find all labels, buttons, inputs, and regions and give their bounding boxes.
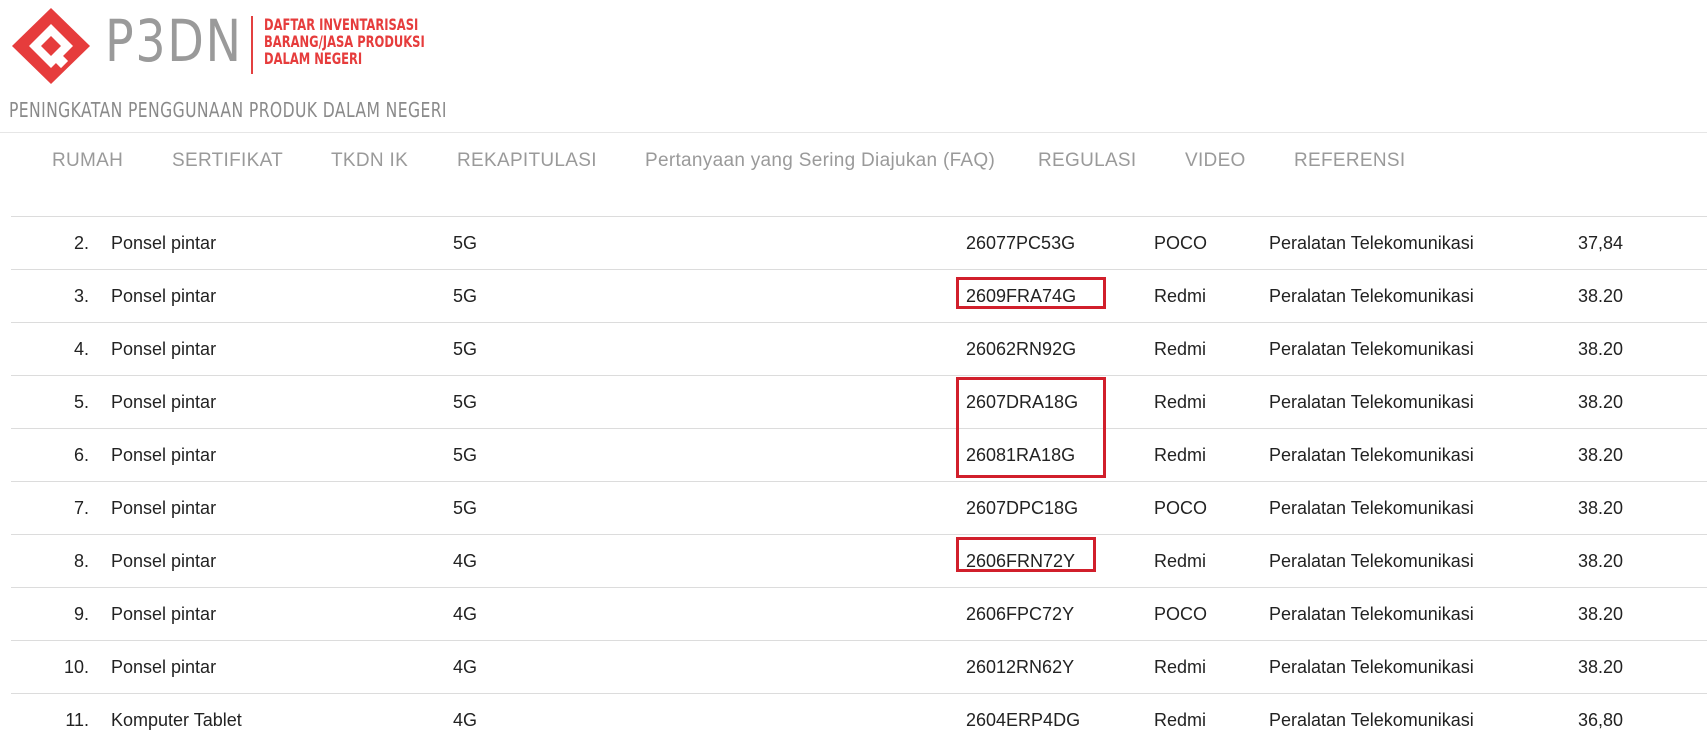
logo-divider [251,16,253,74]
highlight-box-2607dra18g-26081ra18g [956,377,1106,478]
table-row: 3. Ponsel pintar 5G 2609FRA74G Redmi Peralata… [11,269,1707,322]
logo-desc-line: BARANG/JASA PRODUKSI [264,32,425,51]
tkdn-value: 38.20 [1578,286,1624,306]
table-row: 8. Ponsel pintar 4G 2606FRN72Y Redmi Peralata… [11,534,1707,587]
logo-desc-line: DAFTAR INVENTARISASI [264,15,419,34]
product-category: Peralatan Telekomunikasi [1269,392,1474,412]
product-name: Ponsel pintar [111,445,217,465]
product-name: Ponsel pintar [111,604,217,624]
product-code: 2604ERP4DG [966,710,1081,730]
highlight-box-2606frn72y [956,537,1096,572]
row-number: 5. [73,392,89,412]
product-code: 26062RN92G [966,339,1077,359]
product-category: Peralatan Telekomunikasi [1269,233,1474,253]
nav-divider [0,132,1707,133]
product-category: Peralatan Telekomunikasi [1269,551,1474,571]
nav-item-tkdn-ik[interactable]: TKDN IK [331,150,408,172]
product-spec: 4G [453,710,478,730]
product-name: Komputer Tablet [111,710,242,730]
product-name: Ponsel pintar [111,339,217,359]
product-spec: 5G [453,392,478,412]
product-category: Peralatan Telekomunikasi [1269,445,1474,465]
nav-item-regulasi[interactable]: REGULASI [1038,150,1137,172]
row-number: 4. [73,339,89,359]
tkdn-value: 36,80 [1578,710,1624,730]
product-name: Ponsel pintar [111,286,217,306]
row-number: 6. [73,445,89,465]
product-name: Ponsel pintar [111,498,217,518]
product-code: 26012RN62Y [966,657,1075,677]
product-spec: 5G [453,339,478,359]
highlight-box-2609fra74g [956,277,1106,309]
product-brand: Redmi [1154,710,1207,730]
logo-desc-line: DALAM NEGERI [264,49,363,68]
tkdn-value: 38.20 [1578,551,1624,571]
product-brand: Redmi [1154,445,1207,465]
product-name: Ponsel pintar [111,551,217,571]
product-code: 2607DPC18G [966,498,1079,518]
product-name: Ponsel pintar [111,233,217,253]
product-spec: 5G [453,286,478,306]
product-spec: 4G [453,551,478,571]
table-row: 10. Ponsel pintar 4G 26012RN62Y Redmi Peralat… [11,640,1707,693]
product-name: Ponsel pintar [111,392,217,412]
nav-item-referensi[interactable]: REFERENSI [1294,150,1405,172]
tkdn-value: 38.20 [1578,604,1624,624]
table-row: 4. Ponsel pintar 5G 26062RN92G Redmi Peralata… [11,322,1707,375]
product-brand: POCO [1154,604,1208,624]
product-category: Peralatan Telekomunikasi [1269,710,1474,730]
product-table: 2. Ponsel pintar 5G 26077PC53G POCO Peralatan… [11,216,1707,746]
row-number: 7. [73,498,89,518]
tkdn-value: 38.20 [1578,392,1624,412]
product-brand: POCO [1154,233,1208,253]
row-number: 8. [73,551,89,571]
product-brand: Redmi [1154,339,1207,359]
table-row: 7. Ponsel pintar 5G 2607DPC18G POCO Peralatan… [11,481,1707,534]
table-row: 11. Komputer Tablet 4G 2604ERP4DG Redmi Peral… [11,693,1707,746]
product-spec: 4G [453,604,478,624]
product-name: Ponsel pintar [111,657,217,677]
product-category: Peralatan Telekomunikasi [1269,657,1474,677]
product-spec: 4G [453,657,478,677]
product-brand: Redmi [1154,657,1207,677]
logo-description: DAFTAR INVENTARISASI BARANG/JASA PRODUKS… [264,16,425,67]
row-number: 11. [65,710,89,730]
product-spec: 5G [453,498,478,518]
tkdn-value: 38.20 [1578,445,1624,465]
product-brand: POCO [1154,498,1208,518]
nav-item-sertifikat[interactable]: SERTIFIKAT [172,150,283,172]
row-number: 10. [63,657,89,677]
product-category: Peralatan Telekomunikasi [1269,286,1474,306]
tkdn-value: 38.20 [1578,657,1624,677]
product-category: Peralatan Telekomunikasi [1269,498,1474,518]
row-number: 9. [73,604,89,624]
site-header: P3DN DAFTAR INVENTARISASI BARANG/JASA PR… [0,0,520,125]
product-category: Peralatan Telekomunikasi [1269,339,1474,359]
table-row: 9. Ponsel pintar 4G 2606FPC72Y POCO Peralatan… [11,587,1707,640]
product-code: 2606FPC72Y [966,604,1075,624]
product-brand: Redmi [1154,392,1207,412]
main-nav: RUMAH SERTIFIKAT TKDN IK REKAPITULASI Pe… [0,150,1707,190]
table-row: 5. Ponsel pintar 5G 2607DRA18G Redmi Peralata… [11,375,1707,428]
product-spec: 5G [453,233,478,253]
row-number: 3. [73,286,89,306]
nav-item-faq[interactable]: Pertanyaan yang Sering Diajukan (FAQ) [645,150,995,172]
table-row: 2. Ponsel pintar 5G 26077PC53G POCO Peralatan… [11,216,1707,269]
nav-item-video[interactable]: VIDEO [1185,150,1246,172]
product-brand: Redmi [1154,551,1207,571]
logo-wordmark: P3DN [105,7,243,75]
product-category: Peralatan Telekomunikasi [1269,604,1474,624]
tkdn-value: 37,84 [1578,233,1624,253]
product-brand: Redmi [1154,286,1207,306]
nav-item-rumah[interactable]: RUMAH [52,150,123,172]
product-code: 26077PC53G [966,233,1076,253]
p3dn-logo-icon[interactable] [10,6,92,86]
table-row: 6. Ponsel pintar 5G 26081RA18G Redmi Peralata… [11,428,1707,481]
nav-item-rekapitulasi[interactable]: REKAPITULASI [457,150,597,172]
tkdn-value: 38.20 [1578,339,1624,359]
row-number: 2. [73,233,89,253]
tkdn-value: 38.20 [1578,498,1624,518]
site-tagline: PENINGKATAN PENGGUNAAN PRODUK DALAM NEGE… [9,98,447,122]
product-spec: 5G [453,445,478,465]
